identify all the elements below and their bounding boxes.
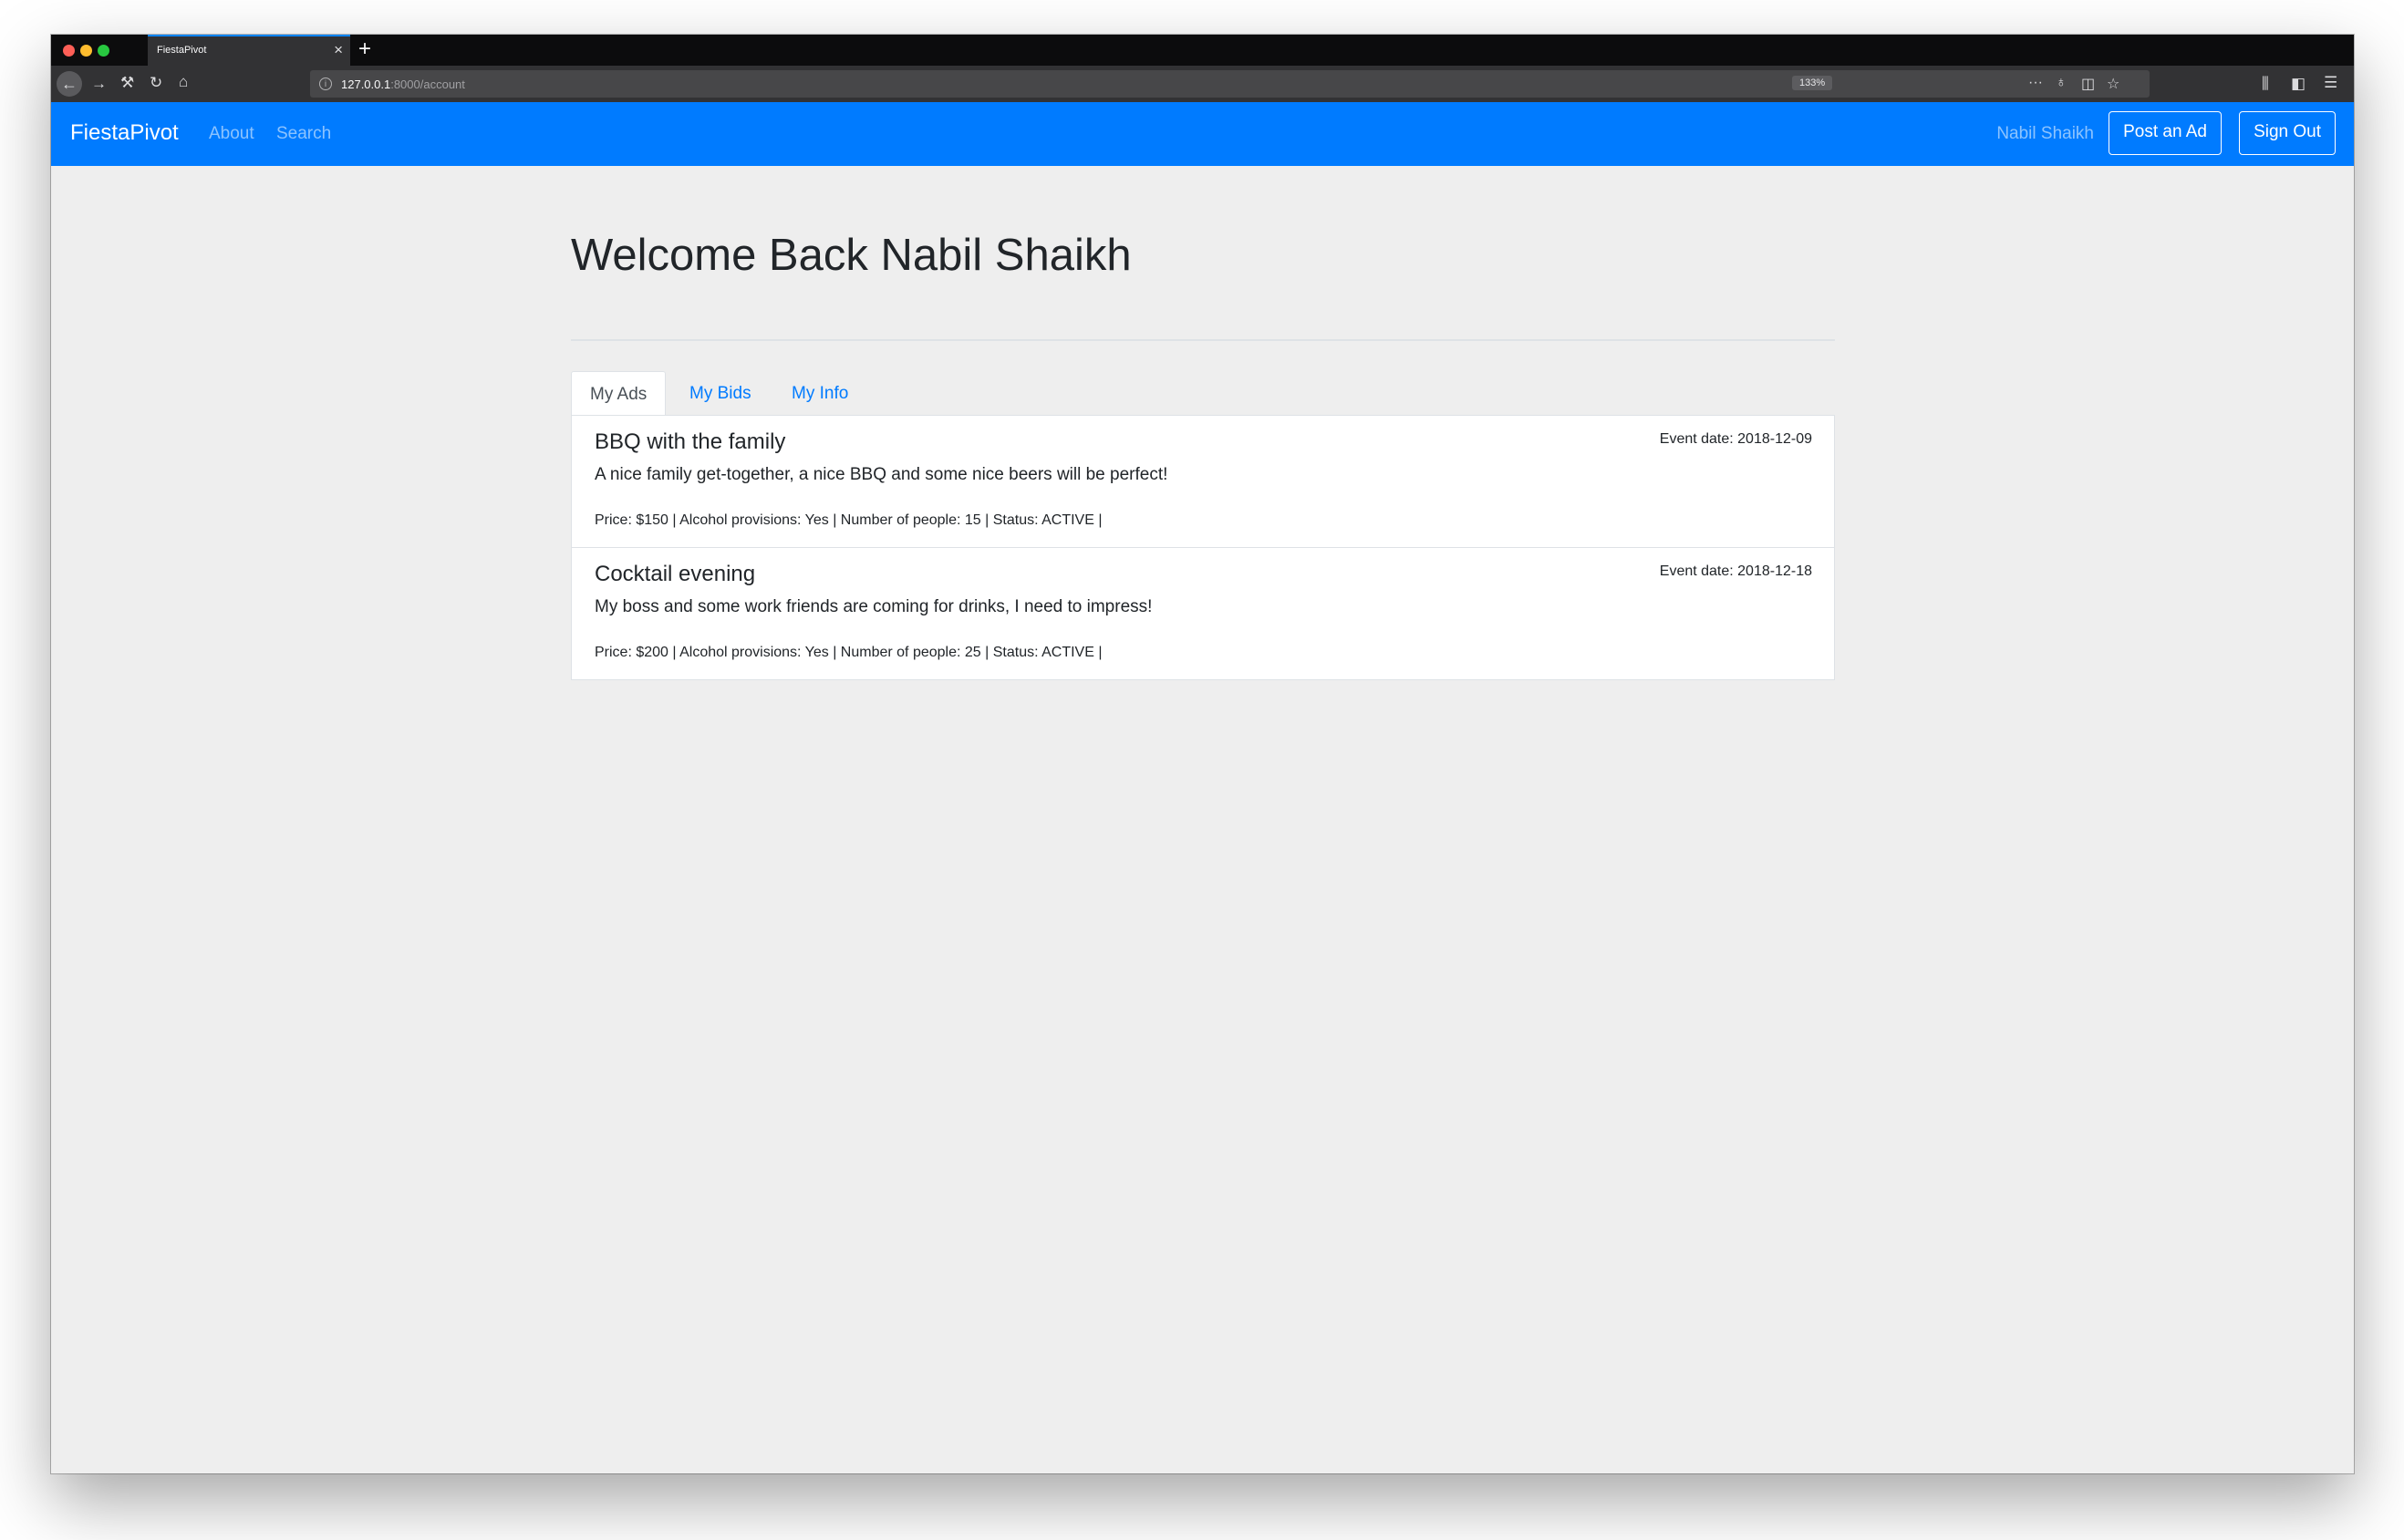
ads-list: BBQ with the family Event date: 2018-12-…	[571, 415, 1835, 680]
lightbulb-icon[interactable]: ♁	[2056, 75, 2067, 91]
list-item[interactable]: Cocktail evening Event date: 2018-12-18 …	[571, 547, 1835, 680]
back-arrow-icon[interactable]: ←	[57, 71, 82, 97]
url-host: 127.0.0.1	[341, 78, 391, 91]
tab-my-ads[interactable]: My Ads	[571, 371, 667, 417]
browser-tab[interactable]: FiestaPivot ×	[148, 35, 350, 66]
divider	[571, 339, 1835, 341]
sidebar-icon[interactable]: ◧	[2291, 76, 2306, 91]
list-item[interactable]: BBQ with the family Event date: 2018-12-…	[571, 415, 1835, 548]
site-navbar: FiestaPivot About Search Nabil Shaikh Po…	[51, 102, 2354, 166]
tab-strip: FiestaPivot × +	[51, 35, 2354, 66]
brand-link[interactable]: FiestaPivot	[70, 120, 179, 146]
ad-title[interactable]: BBQ with the family	[595, 429, 785, 455]
hamburger-menu-icon[interactable]: ☰	[2324, 75, 2337, 90]
browser-tab-title: FiestaPivot	[157, 45, 207, 56]
ad-meta: Price: $200 | Alcohol provisions: Yes | …	[595, 645, 1103, 660]
ad-description: My boss and some work friends are coming…	[595, 597, 1153, 616]
maximize-window-button[interactable]	[98, 45, 109, 57]
nav-user-name[interactable]: Nabil Shaikh	[1996, 124, 2094, 144]
home-icon[interactable]: ⌂	[179, 74, 188, 89]
library-icon[interactable]: ⫼	[2262, 76, 2269, 91]
url-path: :8000/account	[390, 78, 465, 91]
wrench-icon[interactable]: ⚒	[120, 75, 134, 90]
minimize-window-button[interactable]	[80, 45, 92, 57]
page-title: Welcome Back Nabil Shaikh	[571, 231, 1132, 280]
ad-event-date: Event date: 2018-12-09	[1659, 431, 1812, 447]
reload-icon[interactable]: ↻	[150, 75, 162, 90]
ad-description: A nice family get-together, a nice BBQ a…	[595, 465, 1168, 484]
url-text[interactable]: 127.0.0.1:8000/account	[341, 78, 465, 91]
ad-title[interactable]: Cocktail evening	[595, 562, 755, 587]
ad-meta: Price: $150 | Alcohol provisions: Yes | …	[595, 512, 1103, 528]
new-tab-icon[interactable]: +	[358, 36, 371, 62]
star-icon[interactable]: ☆	[2107, 75, 2119, 93]
url-bar[interactable]: i 127.0.0.1:8000/account 133% ··· ♁ ◫ ☆	[310, 70, 2150, 98]
nav-link-search[interactable]: Search	[276, 124, 331, 144]
close-tab-icon[interactable]: ×	[334, 41, 343, 59]
browser-window: FiestaPivot × + ← → ⚒ ↻ ⌂ i 127.0.0.1:80…	[51, 35, 2354, 1473]
zoom-badge[interactable]: 133%	[1792, 76, 1833, 90]
page-viewport: FiestaPivot About Search Nabil Shaikh Po…	[51, 102, 2354, 1473]
sign-out-button[interactable]: Sign Out	[2239, 111, 2336, 155]
ad-event-date: Event date: 2018-12-18	[1659, 563, 1812, 579]
ellipsis-icon[interactable]: ···	[2028, 75, 2043, 91]
browser-toolbar: ← → ⚒ ↻ ⌂ i 127.0.0.1:8000/account 133% …	[51, 66, 2354, 102]
tab-my-bids[interactable]: My Bids	[671, 371, 770, 417]
nav-link-about[interactable]: About	[209, 124, 254, 144]
post-ad-button[interactable]: Post an Ad	[2109, 111, 2222, 155]
forward-arrow-icon[interactable]: →	[91, 76, 107, 91]
tab-my-info[interactable]: My Info	[773, 371, 866, 417]
close-window-button[interactable]	[63, 45, 75, 57]
pocket-icon[interactable]: ◫	[2081, 75, 2095, 93]
info-icon[interactable]: i	[319, 78, 332, 90]
account-tabs: My Ads My Bids My Info	[571, 371, 1835, 417]
